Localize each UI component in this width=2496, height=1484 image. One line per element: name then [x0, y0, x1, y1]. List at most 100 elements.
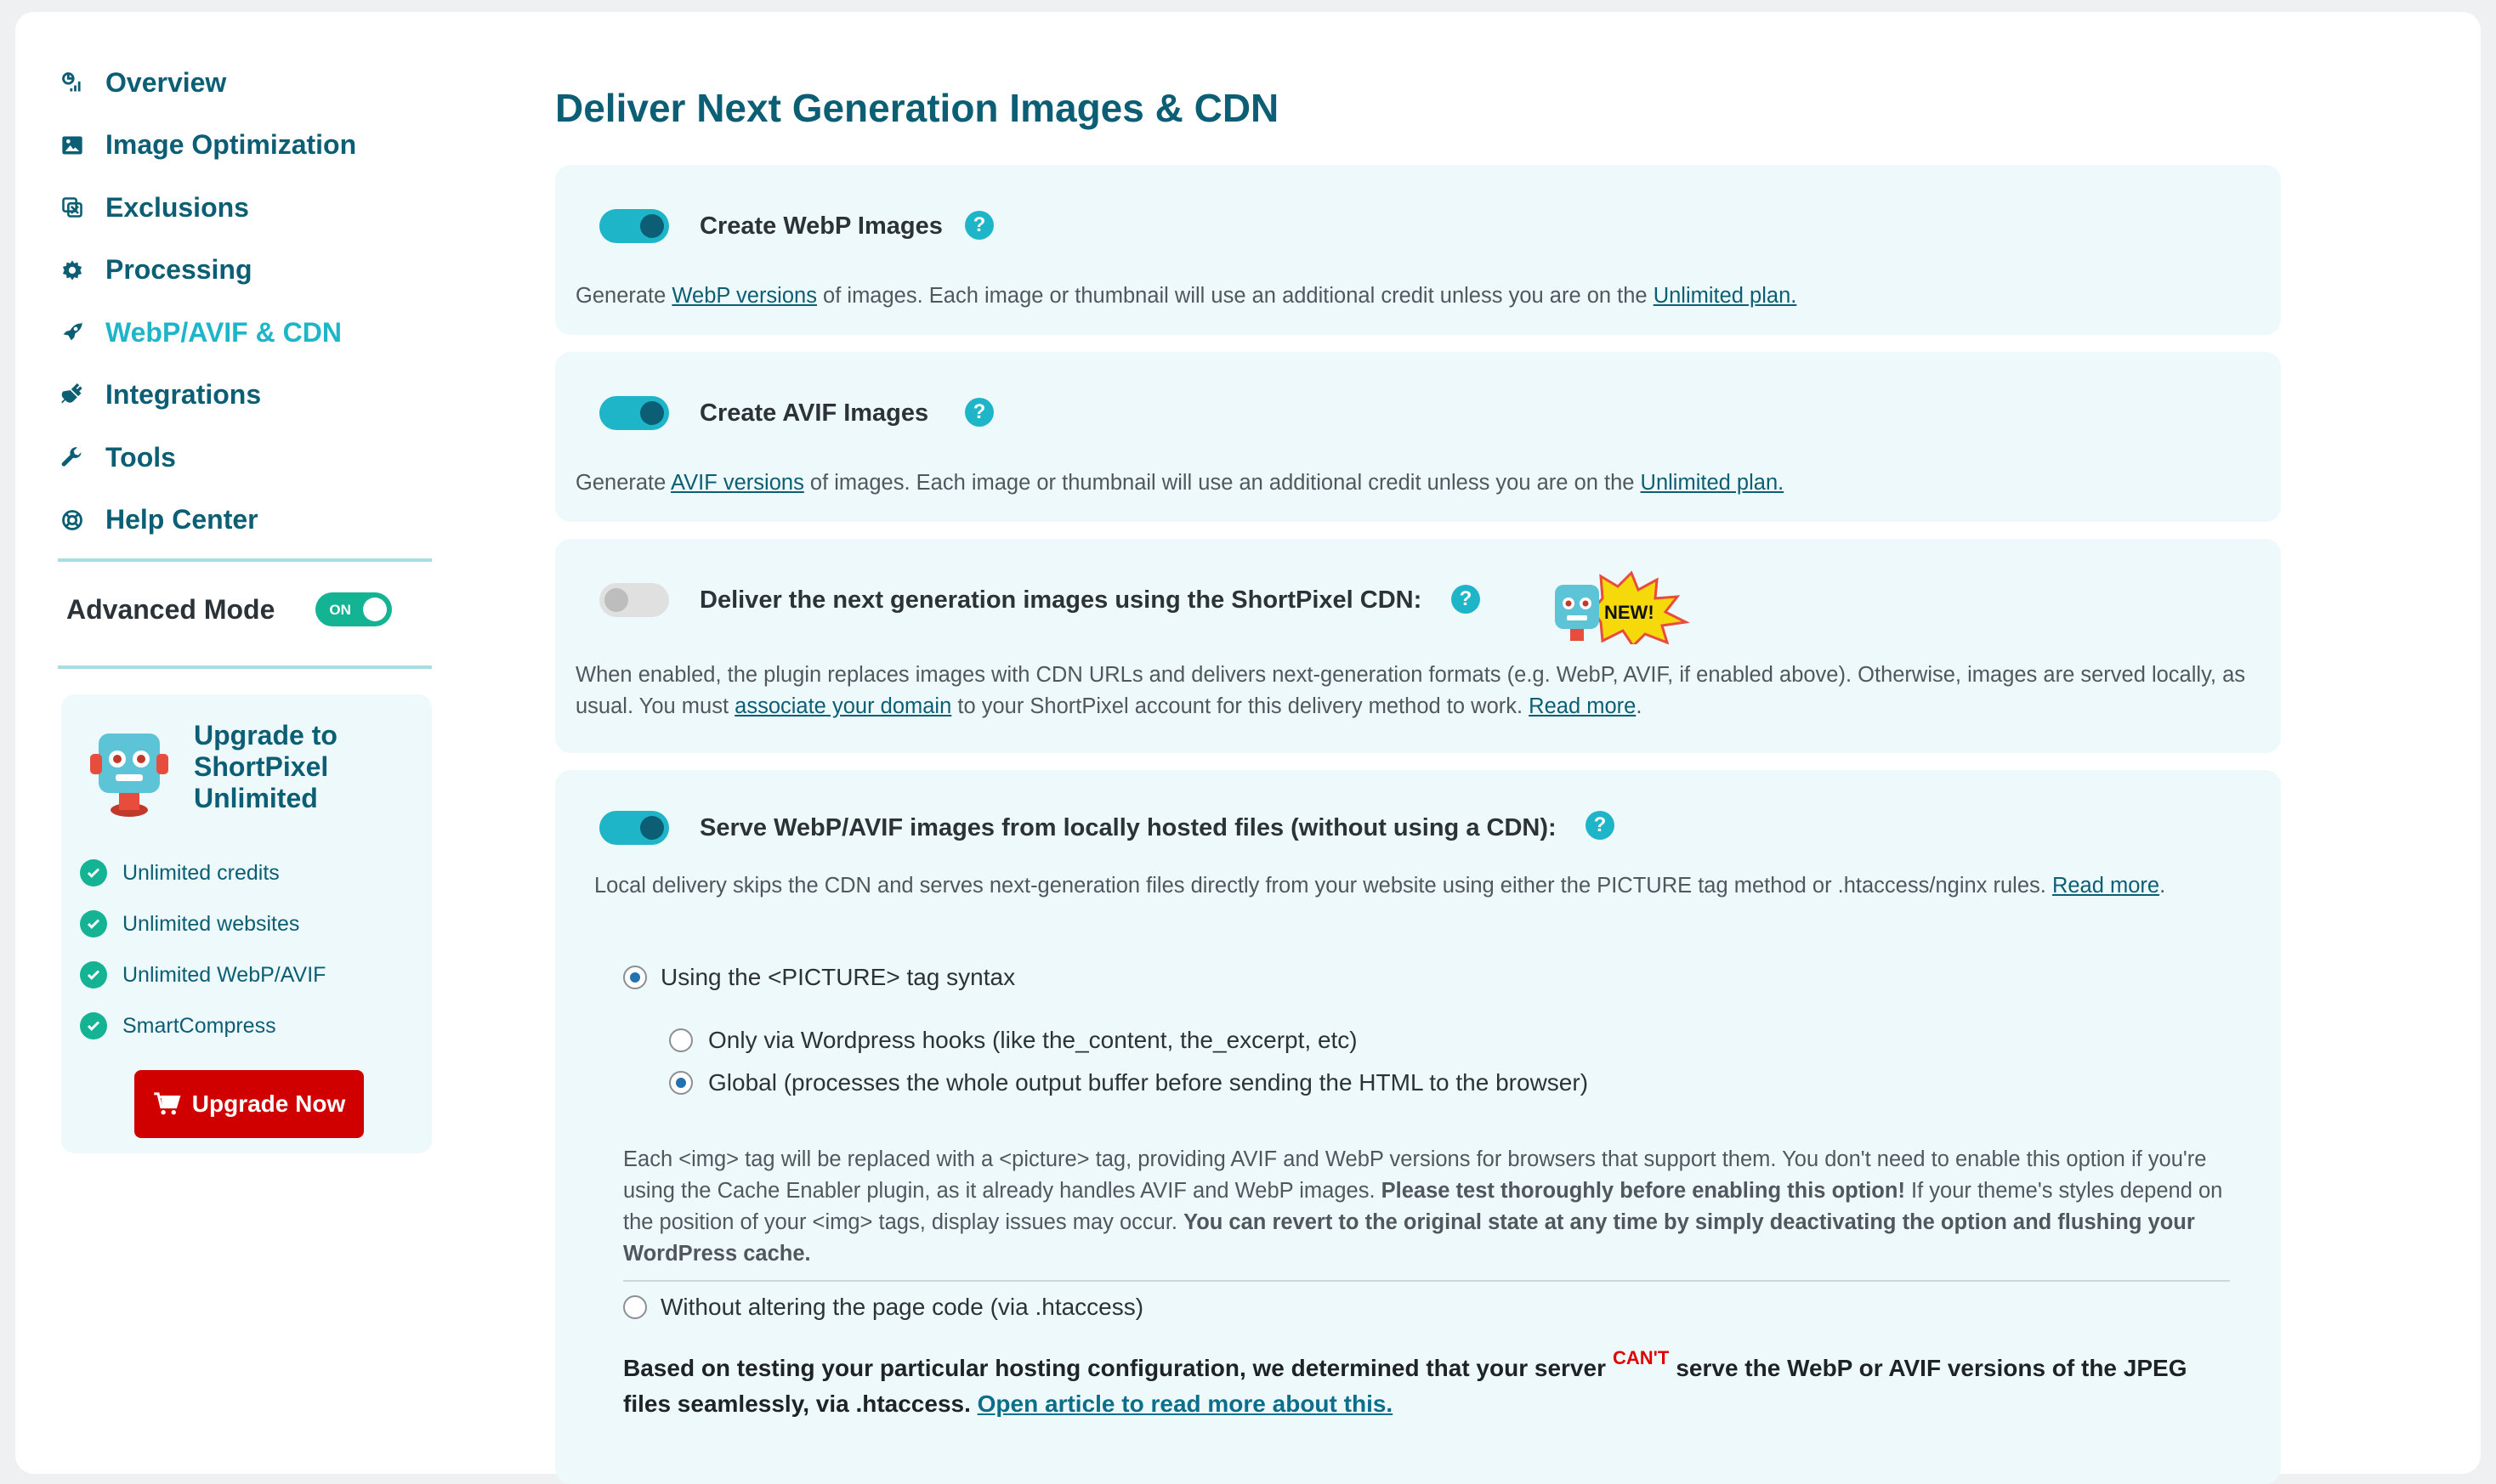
webp-card: Create WebP Images ? Generate WebP versi… — [555, 165, 2281, 335]
page-title: Deliver Next Generation Images & CDN — [555, 86, 1279, 130]
toggle-knob — [604, 588, 628, 612]
sidebar-item-label: Image Optimization — [105, 129, 357, 160]
cdn-card: Deliver the next generation images using… — [555, 539, 2281, 753]
feature-label: Unlimited credits — [122, 860, 280, 885]
unlimited-plan-link[interactable]: Unlimited plan. — [1654, 284, 1797, 308]
sidebar-divider — [58, 666, 432, 669]
open-article-link[interactable]: Open article to read more about this. — [978, 1391, 1393, 1417]
sidebar-item-label: WebP/AVIF & CDN — [105, 316, 342, 348]
avif-versions-link[interactable]: AVIF versions — [671, 471, 804, 495]
upgrade-feature-list: Unlimited credits Unlimited websites Unl… — [80, 847, 326, 1051]
htaccess-label: Without altering the page code (via .hta… — [661, 1294, 1144, 1320]
feature-label: SmartCompress — [122, 1013, 276, 1038]
list-item: Unlimited WebP/AVIF — [80, 949, 326, 1000]
create-webp-toggle[interactable] — [599, 209, 669, 243]
wordpress-hooks-label: Only via Wordpress hooks (like the_conte… — [708, 1027, 1358, 1053]
sidebar-item-label: Tools — [105, 441, 176, 473]
associate-domain-link[interactable]: associate your domain — [735, 694, 951, 718]
help-icon[interactable]: ? — [965, 398, 994, 427]
webp-versions-link[interactable]: WebP versions — [672, 284, 817, 308]
server-test-note: Based on testing your particular hosting… — [623, 1347, 2238, 1421]
sidebar-item-label: Integrations — [105, 379, 262, 410]
feature-label: Unlimited websites — [122, 911, 300, 936]
help-icon[interactable]: ? — [965, 211, 994, 240]
local-delivery-card: Serve WebP/AVIF images from locally host… — [555, 770, 2281, 1484]
wrench-icon — [58, 443, 87, 472]
upgrade-title: Upgrade to ShortPixel Unlimited — [194, 720, 338, 813]
wordpress-hooks-radio[interactable] — [669, 1028, 693, 1052]
sidebar-item-label: Exclusions — [105, 191, 249, 223]
help-icon[interactable]: ? — [1586, 811, 1614, 840]
list-item: SmartCompress — [80, 1000, 326, 1051]
toggle-knob — [363, 598, 388, 621]
desc-text: to your ShortPixel account for this deli… — [951, 694, 1529, 718]
picture-tag-label: Using the <PICTURE> tag syntax — [661, 964, 1016, 990]
sidebar-item-exclusions[interactable]: Exclusions — [58, 184, 449, 231]
sidebar-item-help-center[interactable]: Help Center — [58, 496, 449, 544]
desc-text: Generate — [576, 471, 671, 495]
toggle-knob — [640, 401, 664, 425]
read-more-link[interactable]: Read more — [2052, 874, 2159, 898]
global-buffer-radio[interactable] — [669, 1071, 693, 1095]
list-item: Unlimited credits — [80, 847, 326, 898]
sidebar-item-label: Processing — [105, 254, 252, 285]
create-webp-title: Create WebP Images — [700, 212, 943, 240]
read-more-link[interactable]: Read more — [1529, 694, 1636, 718]
unlimited-plan-link[interactable]: Unlimited plan. — [1641, 471, 1784, 495]
global-buffer-label: Global (processes the whole output buffe… — [708, 1069, 1589, 1096]
desc-text: . — [1636, 694, 1642, 718]
sidebar-item-webp-avif-cdn[interactable]: WebP/AVIF & CDN — [58, 309, 449, 356]
create-avif-title: Create AVIF Images — [700, 399, 929, 427]
local-delivery-title: Serve WebP/AVIF images from locally host… — [700, 814, 1557, 841]
check-circle-icon — [80, 1012, 107, 1039]
shortpixel-cdn-title: Deliver the next generation images using… — [700, 586, 1422, 614]
check-circle-icon — [80, 859, 107, 886]
sidebar-item-label: Help Center — [105, 504, 258, 535]
local-delivery-toggle[interactable] — [599, 811, 669, 845]
note-text: Based on testing your particular hosting… — [623, 1355, 1606, 1381]
note-warning: Please test thoroughly before enabling t… — [1381, 1179, 1905, 1203]
sidebar-item-overview[interactable]: Overview — [58, 59, 449, 106]
advanced-mode-toggle[interactable]: ON — [315, 592, 393, 626]
cant-label: CAN'T — [1612, 1347, 1670, 1368]
toggle-knob — [640, 214, 664, 238]
picture-tag-radio[interactable] — [623, 966, 647, 989]
sidebar-item-tools[interactable]: Tools — [58, 433, 449, 481]
desc-text: of images. Each image or thumbnail will … — [803, 471, 1641, 495]
avif-card: Create AVIF Images ? Generate AVIF versi… — [555, 352, 2281, 522]
toggle-on-text: ON — [329, 602, 351, 618]
shortpixel-cdn-toggle[interactable] — [599, 583, 669, 617]
help-icon[interactable]: ? — [1451, 585, 1480, 614]
sidebar-item-processing[interactable]: Processing — [58, 246, 449, 294]
rocket-icon — [58, 318, 87, 347]
gear-icon — [58, 256, 87, 285]
lifebuoy-icon — [58, 506, 87, 535]
sidebar: Overview Image Optimization Exclusions P… — [58, 59, 449, 1153]
local-delivery-description: Local delivery skips the CDN and serves … — [594, 870, 2261, 902]
new-badge-text: NEW! — [1604, 602, 1654, 623]
avif-description: Generate AVIF versions of images. Each i… — [576, 467, 2259, 499]
feature-label: Unlimited WebP/AVIF — [122, 962, 326, 987]
desc-text: . — [2159, 874, 2166, 898]
create-avif-toggle[interactable] — [599, 396, 669, 430]
advanced-mode-row: Advanced Mode ON — [58, 562, 449, 657]
desc-text: Generate — [576, 284, 672, 308]
picture-tag-note: Each <img> tag will be replaced with a <… — [623, 1144, 2238, 1270]
webp-description: Generate WebP versions of images. Each i… — [576, 280, 2259, 312]
htaccess-radio[interactable] — [623, 1295, 647, 1319]
new-badge-icon: NEW! — [1555, 570, 1690, 644]
sidebar-item-image-optimization[interactable]: Image Optimization — [58, 122, 449, 169]
cdn-description: When enabled, the plugin replaces images… — [576, 660, 2259, 722]
chart-pie-icon — [58, 68, 87, 97]
sidebar-item-label: Overview — [105, 66, 227, 98]
check-circle-icon — [80, 910, 107, 937]
toggle-knob — [640, 816, 664, 840]
sidebar-item-integrations[interactable]: Integrations — [58, 371, 449, 419]
divider — [623, 1280, 2230, 1282]
desc-text: Local delivery skips the CDN and serves … — [594, 874, 2052, 898]
desc-text: of images. Each image or thumbnail will … — [816, 284, 1654, 308]
plug-icon — [58, 381, 87, 410]
upgrade-now-label: Upgrade Now — [191, 1090, 346, 1117]
upgrade-now-button[interactable]: Upgrade Now — [134, 1070, 364, 1138]
app-window: Overview Image Optimization Exclusions P… — [15, 12, 2481, 1484]
